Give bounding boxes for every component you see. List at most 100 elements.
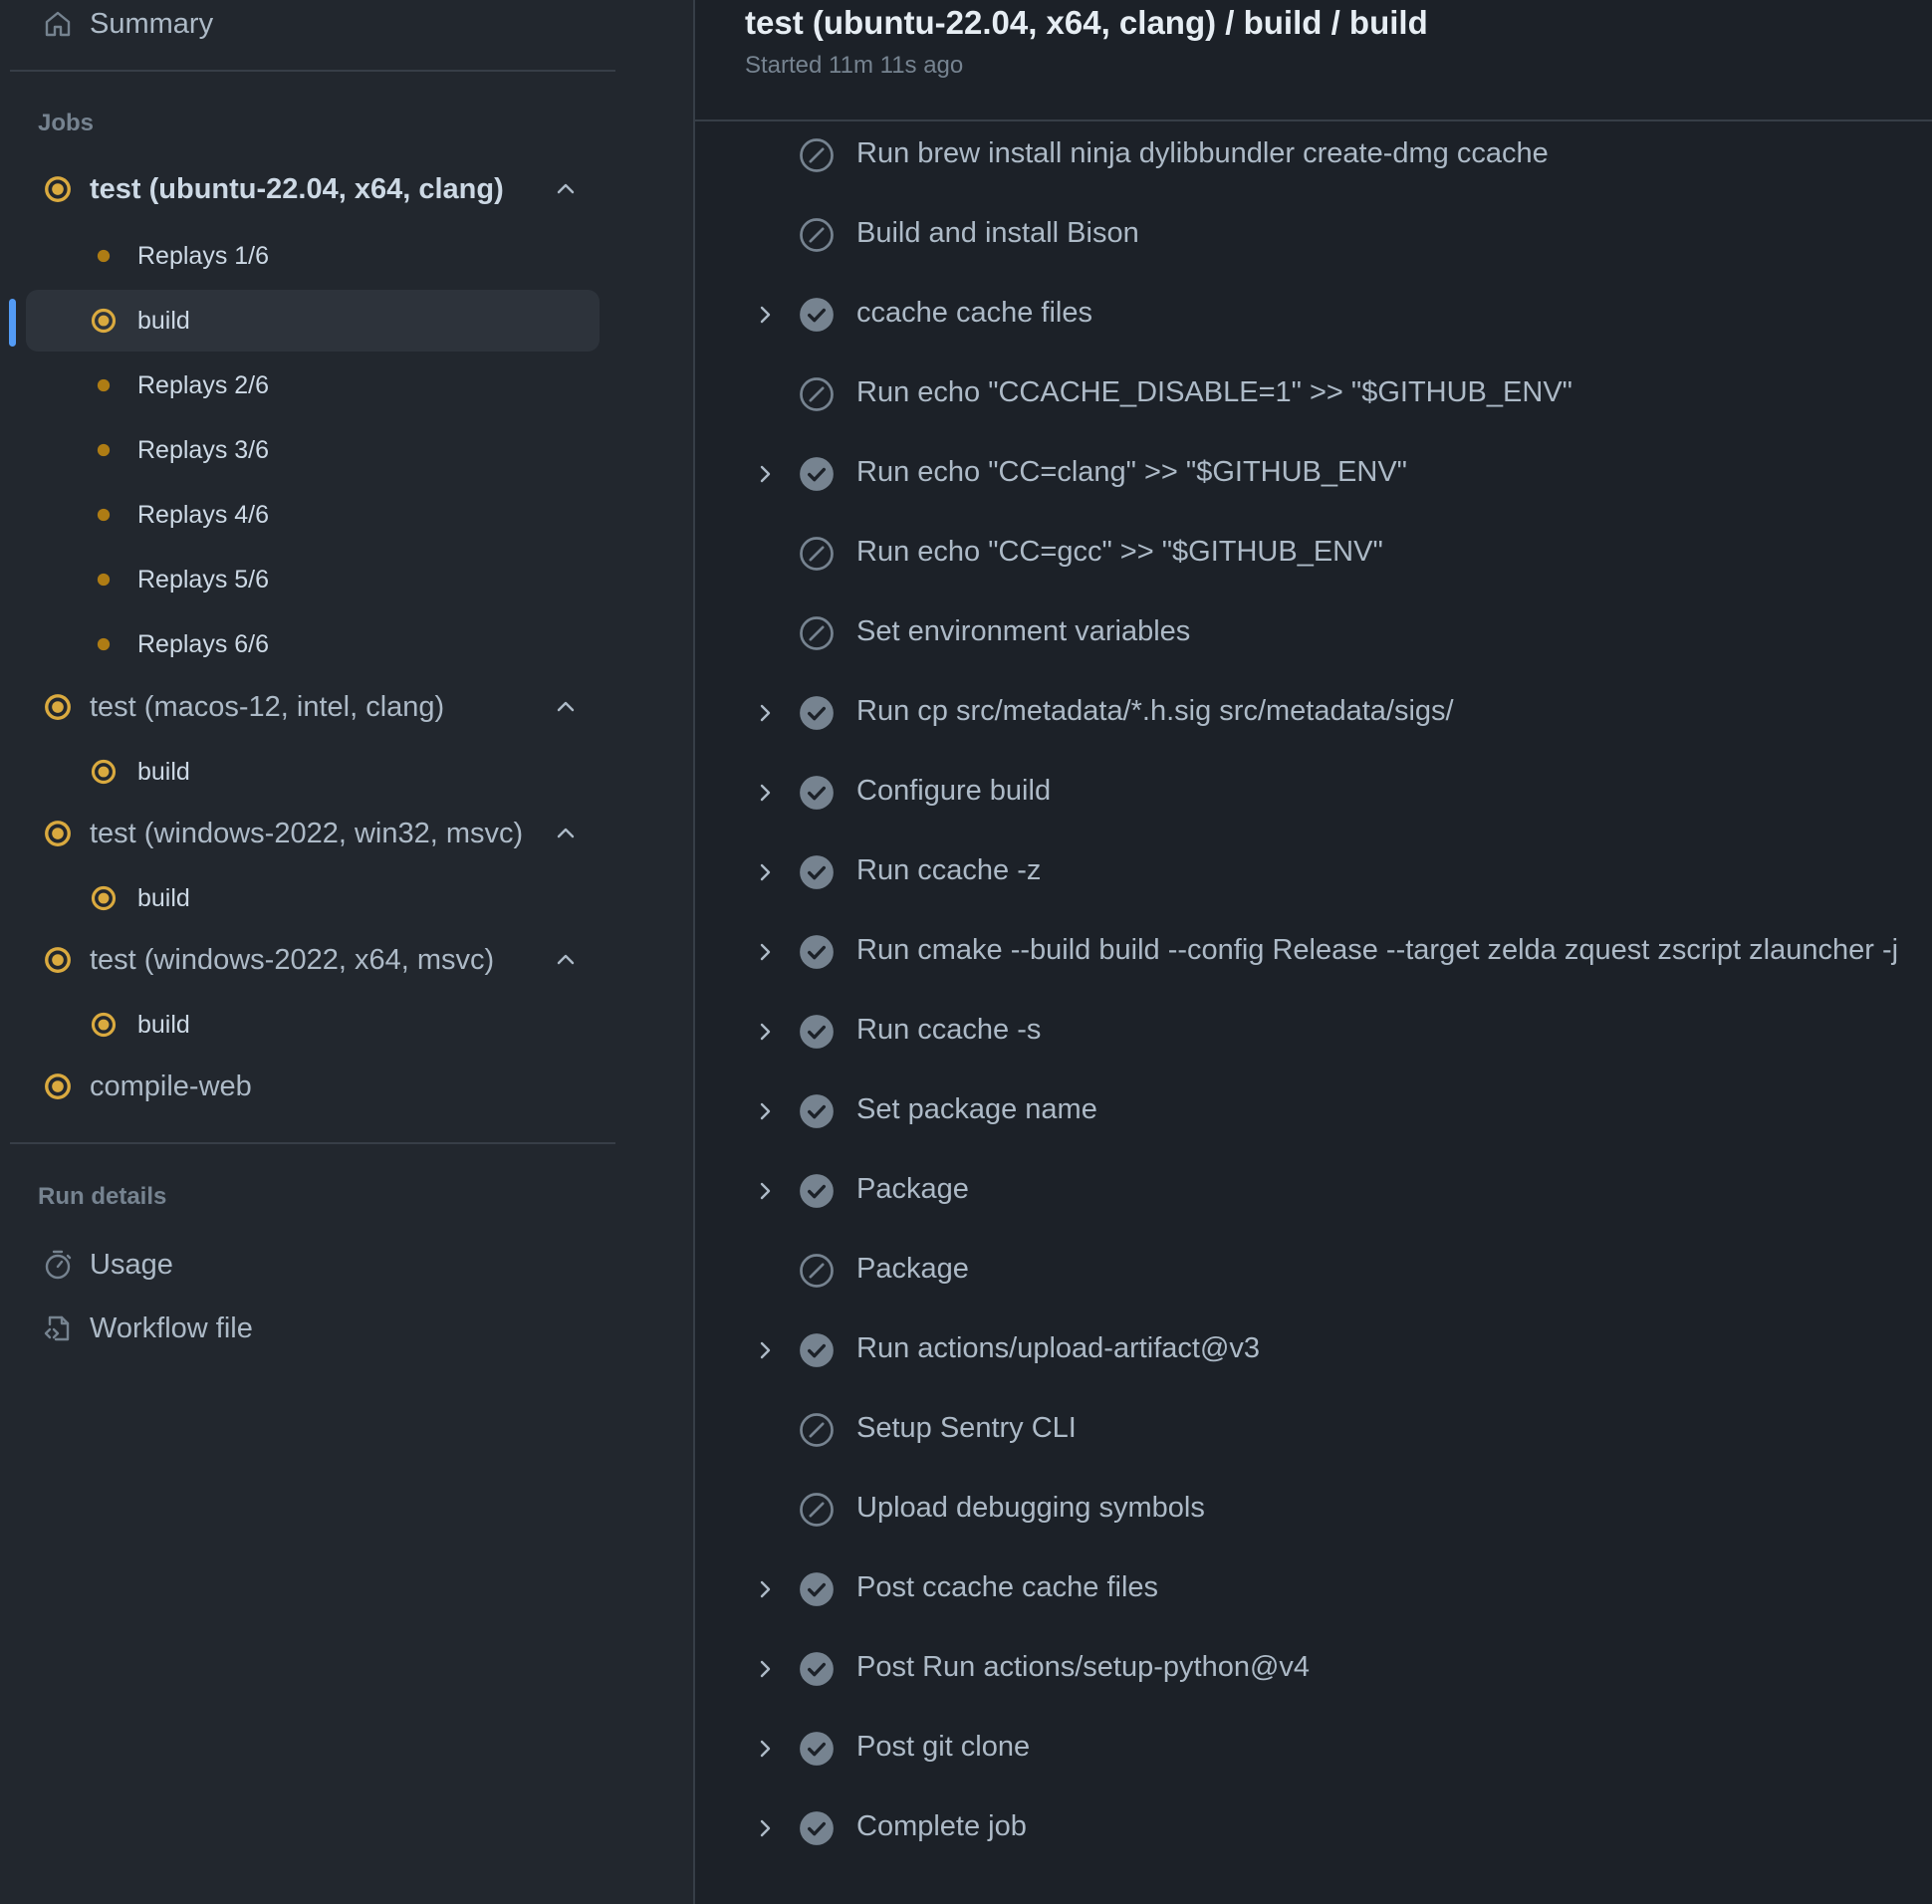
job-started-time: Started 11m 11s ago (745, 52, 964, 79)
jobs-heading: Jobs (38, 110, 95, 136)
home-icon (42, 8, 74, 40)
check-circle-icon (799, 1173, 835, 1209)
job-step-item[interactable]: build (26, 867, 600, 929)
chevron-up-icon[interactable] (552, 693, 580, 721)
log-step[interactable]: Run actions/upload-artifact@v3 (695, 1310, 1932, 1390)
chevron-right-icon[interactable] (751, 858, 779, 886)
log-step[interactable]: Upload debugging symbols (695, 1470, 1932, 1549)
log-step[interactable]: Complete job (695, 1788, 1932, 1868)
chevron-right-icon[interactable] (751, 1655, 779, 1683)
log-step-label: Post Run actions/setup-python@v4 (856, 1651, 1311, 1683)
chevron-right-icon[interactable] (751, 1735, 779, 1763)
chevron-right-icon[interactable] (751, 1575, 779, 1603)
chevron-up-icon[interactable] (552, 175, 580, 203)
log-step[interactable]: Run ccache -z (695, 833, 1932, 912)
chevron-right-icon[interactable] (751, 1018, 779, 1046)
log-step[interactable]: Post git clone (695, 1709, 1932, 1788)
log-step[interactable]: Run cmake --build build --config Release… (695, 912, 1932, 992)
queued-dot-icon (90, 436, 118, 464)
check-circle-icon (799, 775, 835, 811)
job-step-item[interactable]: Replays 2/6 (26, 355, 600, 416)
log-step[interactable]: Run ccache -s (695, 992, 1932, 1071)
chevron-right-icon[interactable] (751, 460, 779, 488)
job-step-item[interactable]: Replays 3/6 (26, 419, 600, 481)
check-circle-icon (799, 1810, 835, 1846)
job-step-item[interactable]: build (26, 994, 600, 1056)
job-step-item[interactable]: Replays 6/6 (26, 613, 600, 675)
job-step-item[interactable]: build (26, 290, 600, 352)
queued-dot-icon (90, 242, 118, 270)
job-label: test (windows-2022, x64, msvc) (90, 943, 495, 976)
file-code-icon (42, 1312, 74, 1344)
check-circle-icon (799, 1332, 835, 1368)
chevron-right-icon[interactable] (751, 301, 779, 329)
log-step-label: Set package name (856, 1093, 1097, 1125)
job-item[interactable]: test (windows-2022, x64, msvc) (26, 928, 600, 992)
summary-link[interactable]: Summary (26, 0, 600, 48)
log-step-label: Post git clone (856, 1731, 1031, 1763)
log-step[interactable]: Set package name (695, 1071, 1932, 1151)
log-step-label: Upload debugging symbols (856, 1492, 1205, 1524)
log-step[interactable]: Build and install Bison (695, 195, 1932, 275)
job-item[interactable]: test (ubuntu-22.04, x64, clang) (26, 157, 600, 221)
run-details-heading: Run details (38, 1183, 167, 1210)
log-step[interactable]: Post ccache cache files (695, 1549, 1932, 1629)
chevron-right-icon[interactable] (751, 1336, 779, 1364)
chevron-right-icon[interactable] (751, 938, 779, 966)
log-step-label: Run brew install ninja dylibbundler crea… (856, 137, 1549, 169)
log-step-label: Run cp src/metadata/*.h.sig src/metadata… (856, 695, 1454, 727)
job-item[interactable]: test (windows-2022, win32, msvc) (26, 802, 600, 865)
log-step[interactable]: Configure build (695, 753, 1932, 833)
job-step-item[interactable]: Replays 1/6 (26, 225, 600, 287)
in-progress-icon (43, 1071, 73, 1101)
job-step-item[interactable]: Replays 5/6 (26, 549, 600, 610)
job-step-item[interactable]: Replays 4/6 (26, 484, 600, 546)
skipped-icon (799, 137, 835, 173)
chevron-up-icon[interactable] (552, 820, 580, 847)
in-progress-icon (90, 884, 118, 912)
job-label: test (ubuntu-22.04, x64, clang) (90, 172, 504, 205)
job-item[interactable]: test (macos-12, intel, clang) (26, 675, 600, 739)
job-step-label: build (137, 1010, 190, 1039)
log-step[interactable]: Setup Sentry CLI (695, 1390, 1932, 1470)
log-step-label: Package (856, 1173, 969, 1205)
in-progress-icon (43, 174, 73, 204)
log-step-label: Run echo "CC=clang" >> "$GITHUB_ENV" (856, 456, 1407, 488)
queued-dot-icon (90, 371, 118, 399)
log-step[interactable]: Set environment variables (695, 594, 1932, 673)
job-step-label: Replays 6/6 (137, 629, 270, 658)
log-step[interactable]: ccache cache files (695, 275, 1932, 355)
chevron-right-icon[interactable] (751, 1097, 779, 1125)
log-step[interactable]: Run brew install ninja dylibbundler crea… (695, 116, 1932, 195)
log-step[interactable]: Run echo "CC=gcc" >> "$GITHUB_ENV" (695, 514, 1932, 594)
in-progress-icon (43, 945, 73, 975)
chevron-right-icon[interactable] (751, 1814, 779, 1842)
log-step-label: ccache cache files (856, 297, 1092, 329)
job-step-item[interactable]: build (26, 741, 600, 803)
check-circle-icon (799, 1651, 835, 1687)
job-item[interactable]: compile-web (26, 1055, 600, 1118)
log-step-label: Configure build (856, 775, 1052, 807)
usage-link[interactable]: Usage (26, 1233, 600, 1297)
log-step[interactable]: Run echo "CCACHE_DISABLE=1" >> "$GITHUB_… (695, 355, 1932, 434)
skipped-icon (799, 1492, 835, 1528)
chevron-right-icon[interactable] (751, 779, 779, 807)
workflow-file-link[interactable]: Workflow file (26, 1297, 600, 1360)
chevron-up-icon[interactable] (552, 946, 580, 974)
job-label: test (windows-2022, win32, msvc) (90, 817, 524, 849)
check-circle-icon (799, 934, 835, 970)
chevron-right-icon[interactable] (751, 1177, 779, 1205)
chevron-right-icon[interactable] (751, 699, 779, 727)
skipped-icon (799, 376, 835, 412)
check-circle-icon (799, 854, 835, 890)
check-circle-icon (799, 297, 835, 333)
log-step[interactable]: Package (695, 1151, 1932, 1231)
log-step[interactable]: Run echo "CC=clang" >> "$GITHUB_ENV" (695, 434, 1932, 514)
log-step[interactable]: Run cp src/metadata/*.h.sig src/metadata… (695, 673, 1932, 753)
log-step[interactable]: Post Run actions/setup-python@v4 (695, 1629, 1932, 1709)
check-circle-icon (799, 1014, 835, 1050)
sidebar-divider (10, 70, 615, 72)
log-step[interactable]: Package (695, 1231, 1932, 1310)
page-title: test (ubuntu-22.04, x64, clang) / build … (745, 4, 1428, 41)
check-circle-icon (799, 695, 835, 731)
